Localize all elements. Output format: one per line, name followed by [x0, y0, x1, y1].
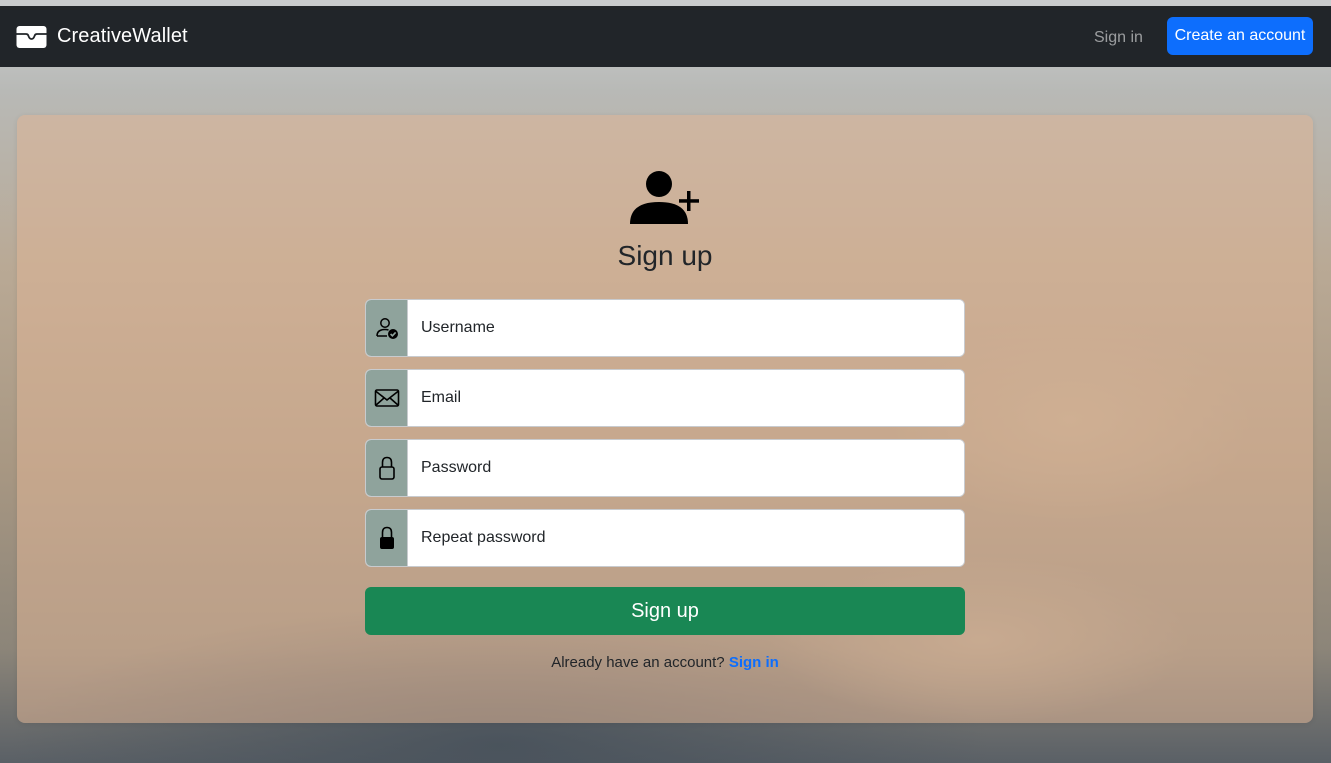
- page-title: Sign up: [617, 240, 713, 271]
- signin-link[interactable]: Sign in: [729, 654, 779, 671]
- password-addon: [366, 440, 408, 496]
- password-field: [365, 439, 965, 497]
- email-field: [365, 369, 965, 427]
- signin-prompt: Already have an account? Sign in: [17, 654, 1313, 671]
- wallet-icon: [16, 25, 47, 48]
- repeat-password-field: [365, 509, 965, 567]
- signup-button[interactable]: Sign up: [365, 587, 965, 635]
- signin-prompt-text: Already have an account?: [551, 654, 725, 671]
- nav-signin-link[interactable]: Sign in: [1094, 26, 1143, 50]
- username-field: [365, 299, 965, 357]
- password-input[interactable]: [408, 440, 964, 496]
- email-input[interactable]: [408, 370, 964, 426]
- brand-name: CreativeWallet: [57, 25, 188, 47]
- repeat-password-addon: [366, 510, 408, 566]
- signup-card: Sign up Username Email Sign up Already h…: [17, 115, 1313, 723]
- navbar: CreativeWallet Sign in Create an account: [0, 6, 1331, 67]
- person-check-icon: [375, 318, 398, 339]
- create-account-button[interactable]: Create an account: [1167, 17, 1313, 55]
- username-addon: [366, 300, 408, 356]
- lock-open-icon: [378, 456, 395, 480]
- person-plus-icon: [630, 171, 699, 224]
- repeat-password-input[interactable]: [408, 510, 964, 566]
- lock-fill-icon: [379, 526, 394, 549]
- brand[interactable]: CreativeWallet: [16, 6, 188, 67]
- envelope-icon: [374, 389, 399, 407]
- username-input[interactable]: [408, 300, 964, 356]
- email-addon: [366, 370, 408, 426]
